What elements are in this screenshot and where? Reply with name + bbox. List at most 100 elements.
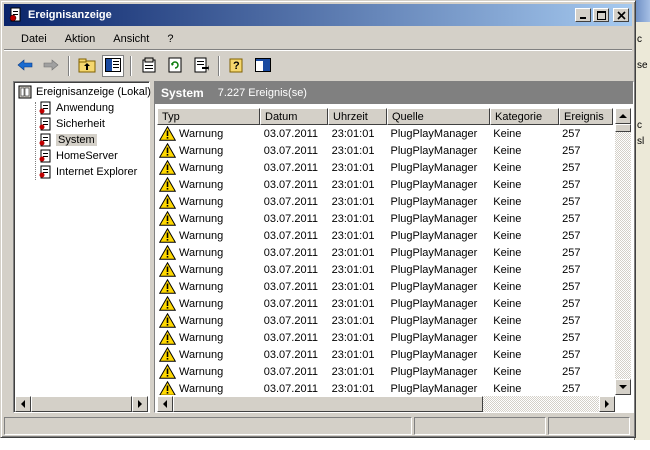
menu-ansicht[interactable]: Ansicht — [106, 33, 156, 45]
cell-quelle: PlugPlayManager — [387, 145, 490, 157]
refresh-button[interactable] — [164, 55, 186, 77]
event-row[interactable]: Warnung 03.07.2011 23:01:01 PlugPlayManager… — [157, 346, 612, 363]
column-header-quelle[interactable]: Quelle — [387, 108, 490, 125]
event-log-icon — [38, 149, 52, 163]
scroll-left-button[interactable] — [157, 396, 173, 412]
cell-ereignis: 257 — [558, 162, 612, 174]
tree-root[interactable]: Ereignisanzeige (Lokal) — [18, 84, 151, 100]
event-row[interactable]: Warnung 03.07.2011 23:01:01 PlugPlayManager… — [157, 125, 612, 142]
warning-icon — [158, 211, 177, 226]
menu-help[interactable]: ? — [160, 33, 180, 45]
toolbar-separator — [130, 56, 132, 76]
export-list-button[interactable] — [190, 55, 212, 77]
cell-datum: 03.07.2011 — [260, 179, 328, 191]
console-tree[interactable]: Ereignisanzeige (Lokal) Anwendung Sicher… — [13, 81, 151, 413]
cell-kategorie: Keine — [489, 247, 558, 259]
cell-text: 257 — [562, 331, 581, 344]
cell-kategorie: Keine — [489, 162, 558, 174]
event-row[interactable]: Warnung 03.07.2011 23:01:01 PlugPlayManager… — [157, 142, 612, 159]
cell-ereignis: 257 — [558, 383, 612, 395]
cell-text: 257 — [562, 178, 581, 191]
cell-ereignis: 257 — [558, 128, 612, 140]
cell-typ: Warnung — [157, 381, 260, 395]
cell-datum: 03.07.2011 — [260, 230, 328, 242]
event-row[interactable]: Warnung 03.07.2011 23:01:01 PlugPlayManager… — [157, 380, 612, 395]
cell-typ: Warnung — [157, 245, 260, 260]
column-header-kategorie[interactable]: Kategorie — [490, 108, 559, 125]
event-row[interactable]: Warnung 03.07.2011 23:01:01 PlugPlayManager… — [157, 329, 612, 346]
cell-text: 03.07.2011 — [263, 246, 319, 259]
cell-text: 257 — [562, 280, 581, 293]
event-row[interactable]: Warnung 03.07.2011 23:01:01 PlugPlayManager… — [157, 261, 612, 278]
column-header-datum[interactable]: Datum — [260, 108, 328, 125]
cell-text: 23:01:01 — [331, 348, 375, 361]
event-row[interactable]: Warnung 03.07.2011 23:01:01 PlugPlayManager… — [157, 210, 612, 227]
scroll-track[interactable] — [483, 396, 599, 412]
tree-item-homeserver[interactable]: HomeServer — [38, 148, 118, 164]
tree-item-sicherheit[interactable]: Sicherheit — [38, 116, 105, 132]
cell-text: Warnung — [179, 365, 224, 378]
scroll-down-button[interactable] — [615, 379, 631, 395]
minimize-button[interactable] — [575, 8, 591, 22]
cell-datum: 03.07.2011 — [260, 213, 328, 225]
cell-ereignis: 257 — [558, 179, 612, 191]
event-row[interactable]: Warnung 03.07.2011 23:01:01 PlugPlayManager… — [157, 278, 612, 295]
close-button[interactable] — [613, 8, 629, 22]
help-button[interactable]: ? — [226, 55, 248, 77]
back-button[interactable] — [14, 55, 36, 77]
log-name: System — [161, 86, 204, 100]
scroll-right-button[interactable] — [599, 396, 615, 412]
tree-item-internet-explorer[interactable]: Internet Explorer — [38, 164, 137, 180]
column-header-typ[interactable]: Typ — [157, 108, 260, 125]
show-hide-pane-button[interactable] — [252, 55, 274, 77]
properties-button[interactable] — [138, 55, 160, 77]
show-hide-tree-button[interactable] — [102, 55, 124, 77]
cell-kategorie: Keine — [489, 332, 558, 344]
event-row[interactable]: Warnung 03.07.2011 23:01:01 PlugPlayManager… — [157, 363, 612, 380]
tree-item-anwendung[interactable]: Anwendung — [38, 100, 114, 116]
event-row[interactable]: Warnung 03.07.2011 23:01:01 PlugPlayManager… — [157, 193, 612, 210]
scroll-thumb[interactable] — [31, 396, 132, 412]
cell-datum: 03.07.2011 — [260, 264, 328, 276]
tree-horizontal-scrollbar[interactable] — [15, 396, 148, 412]
list-horizontal-scrollbar[interactable] — [157, 396, 615, 412]
scroll-left-button[interactable] — [15, 396, 31, 412]
toolbar-separator — [218, 56, 220, 76]
cell-text: 03.07.2011 — [263, 348, 319, 361]
export-list-icon — [193, 57, 209, 76]
column-header-uhrzeit[interactable]: Uhrzeit — [328, 108, 387, 125]
event-row[interactable]: Warnung 03.07.2011 23:01:01 PlugPlayManager… — [157, 295, 612, 312]
cell-datum: 03.07.2011 — [260, 332, 328, 344]
cell-ereignis: 257 — [558, 298, 612, 310]
up-folder-button[interactable] — [76, 55, 98, 77]
cell-text: 257 — [562, 246, 581, 259]
event-row[interactable]: Warnung 03.07.2011 23:01:01 PlugPlayManager… — [157, 227, 612, 244]
action-pane-icon — [255, 57, 271, 75]
scroll-thumb[interactable] — [173, 396, 483, 412]
cell-text: Warnung — [179, 212, 224, 225]
event-row[interactable]: Warnung 03.07.2011 23:01:01 PlugPlayManager… — [157, 312, 612, 329]
cell-typ: Warnung — [157, 194, 260, 209]
cell-text: Keine — [493, 178, 522, 191]
event-row[interactable]: Warnung 03.07.2011 23:01:01 PlugPlayManager… — [157, 244, 612, 261]
svg-text:?: ? — [233, 60, 240, 72]
scroll-thumb[interactable] — [615, 124, 631, 132]
scroll-track[interactable] — [615, 132, 631, 379]
forward-button[interactable] — [40, 55, 62, 77]
menu-aktion[interactable]: Aktion — [58, 33, 103, 45]
tree-item-system[interactable]: System — [38, 132, 97, 148]
event-row[interactable]: Warnung 03.07.2011 23:01:01 PlugPlayManager… — [157, 176, 612, 193]
warning-icon — [158, 313, 177, 328]
window-title: Ereignisanzeige — [28, 9, 112, 21]
menu-datei[interactable]: Datei — [14, 33, 54, 45]
scroll-right-button[interactable] — [132, 396, 148, 412]
cell-text: 03.07.2011 — [263, 280, 319, 293]
cell-datum: 03.07.2011 — [260, 383, 328, 395]
scroll-up-button[interactable] — [615, 108, 631, 124]
maximize-button[interactable] — [593, 8, 609, 22]
title-bar[interactable]: Ereignisanzeige — [4, 4, 632, 26]
event-row[interactable]: Warnung 03.07.2011 23:01:01 PlugPlayManager… — [157, 159, 612, 176]
cell-quelle: PlugPlayManager — [387, 179, 490, 191]
column-header-ereignis[interactable]: Ereignis — [559, 108, 613, 125]
list-vertical-scrollbar[interactable] — [615, 108, 631, 395]
